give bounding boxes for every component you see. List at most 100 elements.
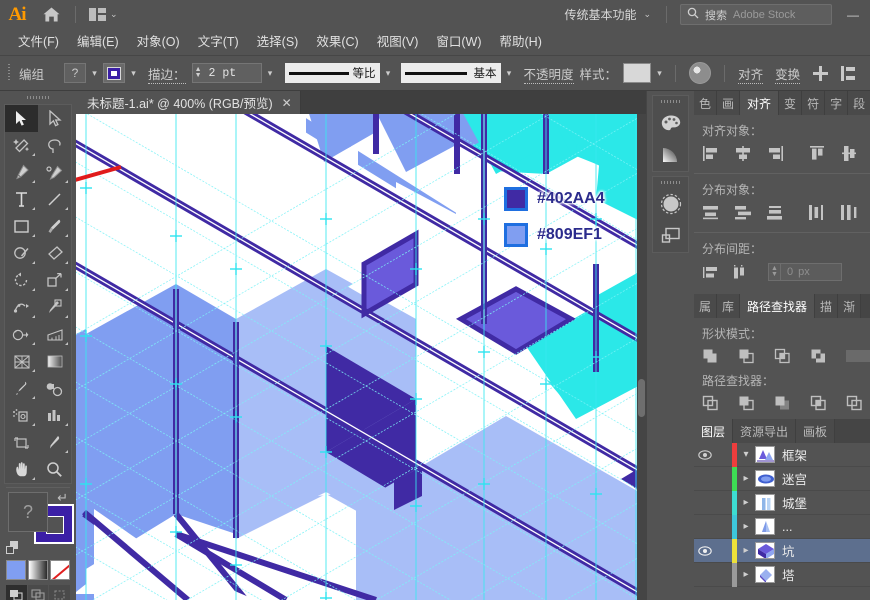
menu-help[interactable]: 帮助(H) — [491, 29, 551, 56]
scale-tool[interactable] — [38, 267, 71, 294]
table-row[interactable]: ▾ 框架 — [694, 442, 870, 467]
stroke-weight-stepper[interactable]: ▲ ▼ — [191, 63, 204, 83]
gradient-panel-icon[interactable] — [653, 139, 688, 171]
stroke-color-swatch[interactable] — [103, 63, 126, 83]
color-mode-button[interactable] — [6, 560, 26, 580]
appearance-panel-icon[interactable] — [653, 188, 688, 220]
table-row[interactable]: ▸ 城堡 — [694, 490, 870, 515]
transform-button[interactable]: 变换 — [769, 64, 806, 84]
tab-symbols[interactable]: 符 — [802, 91, 826, 115]
tools-panel-grip[interactable] — [0, 91, 76, 104]
line-segment-tool[interactable] — [38, 186, 71, 213]
expand-button[interactable] — [846, 348, 870, 365]
fill-color-swatch[interactable]: ? — [64, 63, 87, 83]
symbol-sprayer-tool[interactable] — [5, 402, 38, 429]
close-tab-icon[interactable]: ✕ — [282, 96, 292, 110]
table-row[interactable]: ▸ 坑 — [694, 538, 870, 563]
tab-libraries[interactable]: 库 — [717, 294, 741, 318]
layer-visibility-toggle[interactable] — [694, 545, 716, 556]
selection-tool[interactable] — [5, 105, 38, 132]
stroke-weight-input[interactable]: 2 pt — [203, 63, 262, 83]
slice-tool[interactable] — [38, 429, 71, 456]
dock-grip[interactable] — [653, 177, 688, 188]
shaper-tool[interactable] — [5, 240, 38, 267]
graphic-style-swatch[interactable] — [623, 63, 652, 83]
gradient-mode-button[interactable] — [28, 560, 48, 580]
pen-tool[interactable] — [5, 159, 38, 186]
crop-icon[interactable] — [810, 395, 828, 412]
menu-effect[interactable]: 效果(C) — [307, 29, 367, 56]
layer-visibility-toggle[interactable] — [694, 449, 716, 460]
layer-disclosure-icon[interactable]: ▸ — [737, 473, 755, 484]
direct-selection-tool[interactable] — [38, 105, 71, 132]
gradient-tool[interactable] — [38, 348, 71, 375]
merge-icon[interactable] — [774, 395, 792, 412]
align-center-vertical-icon[interactable] — [840, 145, 858, 162]
fill-chevron-down-icon[interactable]: ▾ — [86, 63, 103, 83]
minus-front-icon[interactable] — [738, 348, 756, 365]
type-tool[interactable] — [5, 186, 38, 213]
layer-disclosure-icon[interactable]: ▸ — [737, 521, 755, 532]
draw-inside-button[interactable] — [49, 585, 71, 600]
menu-object[interactable]: 对象(O) — [128, 29, 189, 56]
canvas-vertical-scrollbar[interactable] — [637, 114, 646, 600]
layers-panel-icon[interactable] — [653, 220, 688, 252]
draw-normal-button[interactable] — [6, 585, 27, 600]
menu-select[interactable]: 选择(S) — [248, 29, 308, 56]
document-tab[interactable]: 未标题-1.ai* @ 400% (RGB/预览) ✕ — [76, 91, 301, 114]
exclude-icon[interactable] — [810, 348, 828, 365]
divide-icon[interactable] — [702, 395, 720, 412]
spacing-stepper[interactable]: ▲ ▼ — [768, 263, 780, 281]
tab-transform[interactable]: 变 — [779, 91, 803, 115]
arrange-documents-button[interactable]: ⌄ — [83, 4, 124, 26]
tab-paragraph[interactable]: 段 — [848, 91, 870, 115]
opacity-label[interactable]: 不透明度 — [518, 64, 580, 84]
control-bar-grip[interactable] — [4, 63, 13, 83]
distribute-vertical-center-icon[interactable] — [734, 204, 752, 221]
dock-grip[interactable] — [653, 96, 688, 107]
menu-edit[interactable]: 编辑(E) — [68, 29, 128, 56]
artboard-tool[interactable] — [5, 429, 38, 456]
column-graph-tool[interactable] — [38, 402, 71, 429]
tab-gradient[interactable]: 渐 — [838, 294, 862, 318]
distribute-left-icon[interactable] — [808, 204, 826, 221]
layer-disclosure-icon[interactable]: ▸ — [737, 569, 755, 580]
shape-builder-tool[interactable] — [5, 321, 38, 348]
tab-color[interactable]: 色 — [694, 91, 718, 115]
menu-window[interactable]: 窗口(W) — [427, 29, 490, 56]
minimize-button[interactable]: — — [842, 4, 864, 26]
workspace-switcher[interactable]: 传统基本功能 ⌄ — [556, 4, 659, 26]
color-panel-icon[interactable] — [653, 107, 688, 139]
distribute-bottom-icon[interactable] — [766, 204, 784, 221]
paintbrush-tool[interactable] — [38, 213, 71, 240]
table-row[interactable]: ▸ 塔 — [694, 562, 870, 587]
distribute-top-icon[interactable] — [702, 204, 720, 221]
menu-type[interactable]: 文字(T) — [189, 29, 248, 56]
table-row[interactable]: ▸ ... — [694, 514, 870, 539]
mesh-tool[interactable] — [5, 348, 38, 375]
trim-icon[interactable] — [738, 395, 756, 412]
brush-definition-select[interactable]: 基本 — [400, 63, 501, 83]
tab-stroke[interactable]: 描 — [815, 294, 839, 318]
align-top-icon[interactable] — [808, 145, 826, 162]
vertical-distribute-space-icon[interactable] — [702, 264, 720, 281]
magic-wand-tool[interactable] — [5, 132, 38, 159]
none-mode-button[interactable] — [50, 560, 70, 580]
curvature-tool[interactable] — [38, 159, 71, 186]
eraser-tool[interactable] — [38, 240, 71, 267]
home-icon[interactable] — [34, 0, 68, 29]
tab-asset-export[interactable]: 资源导出 — [733, 419, 797, 443]
align-button[interactable]: 对齐 — [732, 64, 769, 84]
unite-icon[interactable] — [702, 348, 720, 365]
rotate-tool[interactable] — [5, 267, 38, 294]
menu-file[interactable]: 文件(F) — [9, 29, 68, 56]
tab-align[interactable]: 对齐 — [740, 91, 780, 115]
layer-disclosure-icon[interactable]: ▾ — [737, 449, 755, 460]
tab-character[interactable]: 字 — [825, 91, 849, 115]
stroke-chevron-down-icon[interactable]: ▾ — [125, 63, 142, 83]
eyedropper-tool[interactable] — [5, 375, 38, 402]
arrange-icon[interactable] — [841, 65, 856, 81]
tab-properties[interactable]: 属 — [694, 294, 718, 318]
stroke-weight-chevron-down-icon[interactable]: ▾ — [262, 63, 279, 83]
zoom-tool[interactable] — [38, 456, 71, 483]
